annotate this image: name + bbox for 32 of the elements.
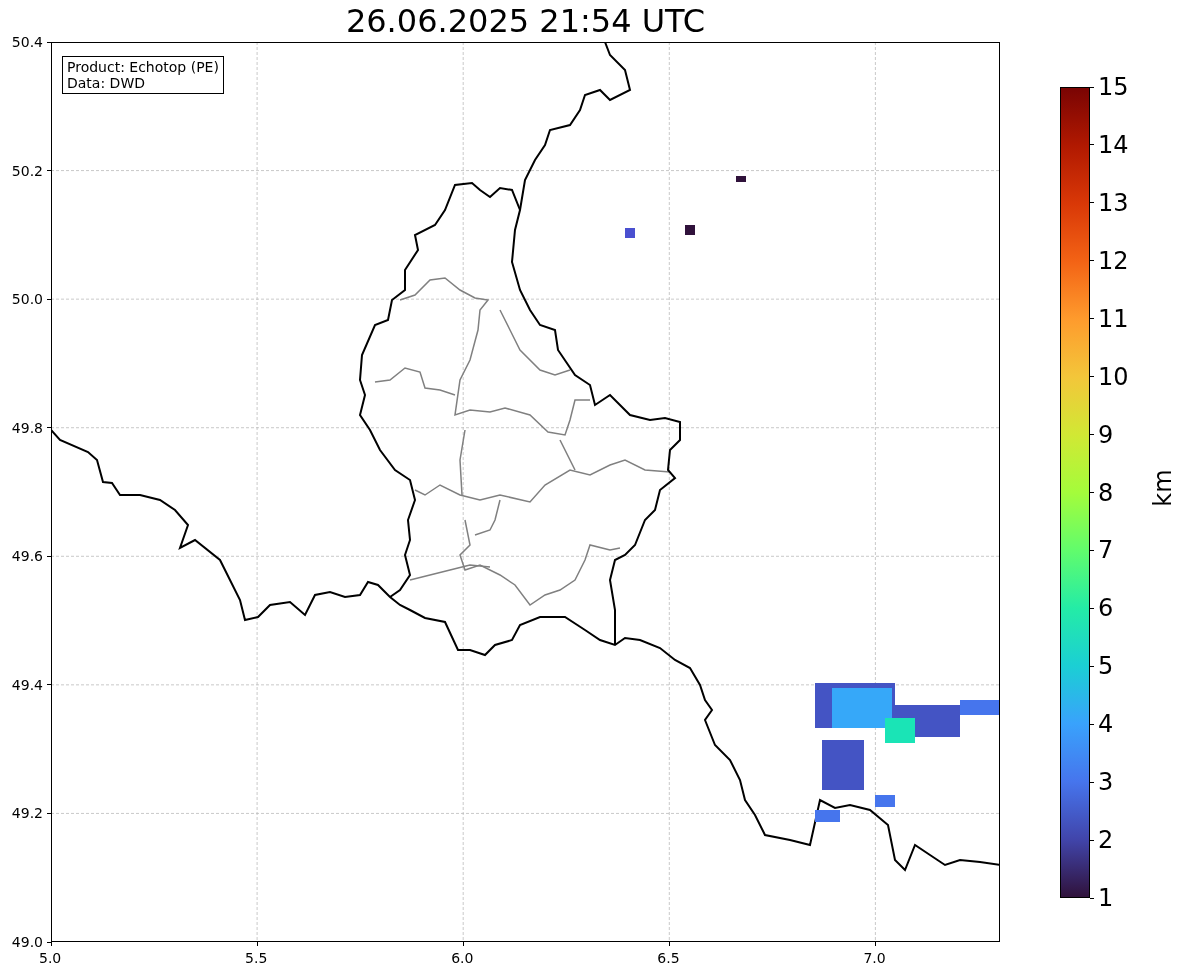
colorbar-tick-label: 8 [1098,480,1114,505]
y-axis-label: 49.2 [11,806,43,821]
colorbar-tick-label: 12 [1098,248,1129,273]
colorbar-tick-label: 7 [1098,538,1114,563]
colorbar-tick-label: 3 [1098,770,1114,795]
colorbar-tick-label: 14 [1098,132,1129,157]
x-axis-label: 7.0 [863,951,886,965]
y-axis-label: 50.0 [11,292,43,307]
x-axis-label: 5.5 [245,951,268,965]
x-axis-label: 6.5 [657,951,680,965]
colorbar-tick-label: 10 [1098,364,1129,389]
chart-title: 26.06.2025 21:54 UTC [344,5,707,37]
y-axis-label: 50.4 [11,35,43,49]
y-axis-label: 50.2 [11,163,43,178]
colorbar-tick-label: 4 [1098,712,1114,737]
colorbar-label: km [1150,469,1175,507]
info-text: Data: DWD [67,75,146,92]
x-axis-label: 5.0 [39,951,62,965]
x-axis-label: 6.0 [451,951,474,965]
colorbar-tick-label: 13 [1098,190,1129,215]
colorbar-tick-label: 1 [1098,886,1114,910]
colorbar-tick-label: 15 [1098,75,1129,99]
y-axis-label: 49.8 [11,420,43,435]
colorbar-tick-label: 11 [1098,306,1129,331]
y-axis-label: 49.0 [11,935,43,949]
info-text: Product: Echotop (PE) [67,59,219,76]
colorbar-tick-label: 9 [1098,422,1114,447]
y-axis-label: 49.4 [11,677,43,692]
colorbar-tick-label: 5 [1098,654,1114,679]
y-axis-label: 49.6 [11,549,43,564]
colorbar-tick-label: 6 [1098,596,1114,621]
colorbar-tick-label: 2 [1098,828,1114,853]
